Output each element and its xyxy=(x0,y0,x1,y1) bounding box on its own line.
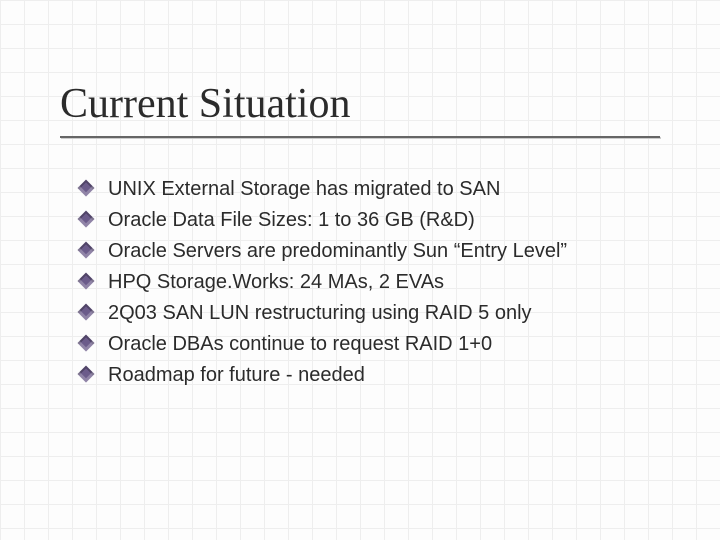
list-item: 2Q03 SAN LUN restructuring using RAID 5 … xyxy=(80,298,660,329)
bullet-text: Oracle Servers are predominantly Sun “En… xyxy=(108,240,567,262)
bullet-text: Roadmap for future - needed xyxy=(108,364,365,386)
list-item: Oracle Data File Sizes: 1 to 36 GB (R&D) xyxy=(80,205,660,236)
bullet-list: UNIX External Storage has migrated to SA… xyxy=(60,174,660,391)
bullet-text: 2Q03 SAN LUN restructuring using RAID 5 … xyxy=(108,302,532,324)
list-item: UNIX External Storage has migrated to SA… xyxy=(80,174,660,205)
slide-title: Current Situation xyxy=(60,80,660,128)
diamond-bullet-icon xyxy=(78,211,95,228)
list-item: HPQ Storage.Works: 24 MAs, 2 EVAs xyxy=(80,267,660,298)
diamond-bullet-icon xyxy=(78,366,95,383)
list-item: Oracle DBAs continue to request RAID 1+0 xyxy=(80,329,660,360)
diamond-bullet-icon xyxy=(78,304,95,321)
title-underline xyxy=(60,136,660,138)
bullet-text: Oracle Data File Sizes: 1 to 36 GB (R&D) xyxy=(108,209,475,231)
diamond-bullet-icon xyxy=(78,180,95,197)
list-item: Roadmap for future - needed xyxy=(80,360,660,391)
diamond-bullet-icon xyxy=(78,273,95,290)
bullet-text: Oracle DBAs continue to request RAID 1+0 xyxy=(108,333,492,355)
slide: Current Situation UNIX External Storage … xyxy=(0,0,720,540)
bullet-text: UNIX External Storage has migrated to SA… xyxy=(108,178,500,200)
bullet-text: HPQ Storage.Works: 24 MAs, 2 EVAs xyxy=(108,271,444,293)
diamond-bullet-icon xyxy=(78,335,95,352)
list-item: Oracle Servers are predominantly Sun “En… xyxy=(80,236,660,267)
diamond-bullet-icon xyxy=(78,242,95,259)
